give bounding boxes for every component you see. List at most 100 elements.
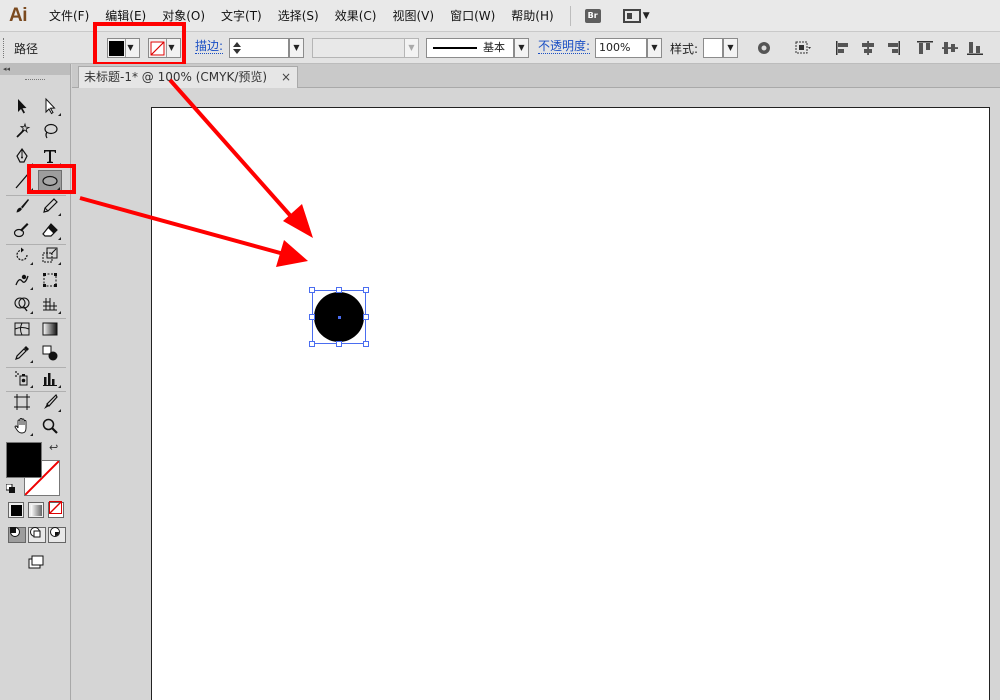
document-tab-title: 未标题-1* @ 100% (CMYK/预览) xyxy=(84,70,268,84)
color-mode-button[interactable] xyxy=(8,502,24,518)
rotate-tool[interactable] xyxy=(10,244,34,266)
resize-handle-se[interactable] xyxy=(363,341,369,347)
align-to-icon[interactable] xyxy=(794,40,812,56)
center-point xyxy=(338,316,341,319)
menu-file[interactable]: 文件(F) xyxy=(41,0,97,32)
brush-dropdown[interactable]: ▼ xyxy=(514,38,529,58)
menu-help[interactable]: 帮助(H) xyxy=(503,0,561,32)
resize-handle-w[interactable] xyxy=(309,314,315,320)
brush-name: 基本 xyxy=(483,41,505,54)
align-vertical-center-icon[interactable] xyxy=(941,40,959,56)
resize-handle-n[interactable] xyxy=(336,287,342,293)
align-right-icon[interactable] xyxy=(884,40,902,56)
artboard-icon xyxy=(14,394,30,410)
canvas-area[interactable] xyxy=(72,88,1000,700)
lasso-tool[interactable] xyxy=(38,120,62,142)
pencil-icon xyxy=(43,198,58,213)
fill-swatch-large-overlay xyxy=(6,442,42,478)
gradient-tool[interactable] xyxy=(38,318,62,340)
resize-handle-ne[interactable] xyxy=(363,287,369,293)
align-left-icon[interactable] xyxy=(834,40,852,56)
selection-type-label: 路径 xyxy=(14,42,39,56)
hand-icon xyxy=(14,418,27,434)
stroke-weight-dropdown[interactable]: ▼ xyxy=(289,38,304,58)
graphic-style-swatch[interactable] xyxy=(703,38,723,58)
resize-handle-nw[interactable] xyxy=(309,287,315,293)
close-icon[interactable]: × xyxy=(281,67,291,87)
brush-definition-field[interactable]: 基本 xyxy=(426,38,514,58)
free-transform-tool[interactable] xyxy=(38,269,62,291)
perspective-grid-tool[interactable] xyxy=(38,293,62,315)
stroke-panel-link[interactable]: 描边: xyxy=(195,40,224,54)
eyedropper-tool[interactable] xyxy=(10,342,34,364)
zoom-tool[interactable] xyxy=(38,415,62,437)
panel-grip[interactable] xyxy=(3,38,6,58)
hand-tool[interactable] xyxy=(10,415,34,437)
opacity-dropdown[interactable]: ▼ xyxy=(647,38,662,58)
magic-wand-tool[interactable] xyxy=(10,120,34,142)
none-color-icon xyxy=(49,501,62,514)
direct-selection-tool[interactable] xyxy=(38,95,62,117)
blend-tool[interactable] xyxy=(38,342,62,364)
gradient-mode-button[interactable] xyxy=(28,502,44,518)
draw-normal-button[interactable] xyxy=(8,527,26,543)
tools-panel: ◂◂ ↩ xyxy=(0,64,71,700)
brush-stroke-preview xyxy=(433,47,477,49)
selection-tool[interactable] xyxy=(10,95,34,117)
slice-tool[interactable] xyxy=(38,391,62,413)
rotate-icon xyxy=(16,247,28,261)
panel-collapse-icon[interactable]: ◂◂ xyxy=(0,64,70,75)
blob-brush-tool[interactable] xyxy=(10,219,34,241)
screen-mode-icon xyxy=(28,555,44,569)
artboard[interactable] xyxy=(151,107,990,700)
mesh-tool[interactable] xyxy=(10,318,34,340)
eraser-tool[interactable] xyxy=(38,219,62,241)
recolor-artwork-icon[interactable] xyxy=(755,40,773,56)
variable-width-field xyxy=(312,38,405,58)
paintbrush-tool[interactable] xyxy=(10,195,34,217)
menu-select[interactable]: 选择(S) xyxy=(270,0,327,32)
document-tab[interactable]: 未标题-1* @ 100% (CMYK/预览) × xyxy=(78,66,298,88)
workspace-switcher[interactable]: ▼ xyxy=(622,8,650,23)
direct-selection-arrow-icon xyxy=(45,97,56,115)
menu-effect[interactable]: 效果(C) xyxy=(327,0,385,32)
symbol-sprayer-icon xyxy=(15,371,28,386)
graphic-style-dropdown[interactable]: ▼ xyxy=(723,38,738,58)
warp-tool[interactable] xyxy=(10,269,34,291)
align-horizontal-center-icon[interactable] xyxy=(859,40,877,56)
shape-builder-tool[interactable] xyxy=(10,293,34,315)
artboard-tool[interactable] xyxy=(10,391,34,413)
eraser-icon xyxy=(42,223,58,237)
column-graph-icon xyxy=(43,373,57,386)
opacity-field[interactable]: 100% xyxy=(595,38,647,58)
menu-window[interactable]: 窗口(W) xyxy=(442,0,503,32)
column-graph-tool[interactable] xyxy=(38,367,62,389)
chevron-down-icon: ▼ xyxy=(642,10,650,21)
menu-separator xyxy=(569,5,571,26)
workspace-icon xyxy=(622,8,641,23)
screen-mode-button[interactable] xyxy=(24,551,48,573)
default-colors-icon[interactable] xyxy=(5,483,16,493)
panel-grip[interactable] xyxy=(25,79,45,80)
scale-tool[interactable] xyxy=(38,244,62,266)
shape-builder-icon xyxy=(14,297,30,312)
bridge-button[interactable]: Br xyxy=(584,8,601,23)
stroke-weight-field[interactable] xyxy=(229,38,289,58)
draw-inside-button[interactable] xyxy=(48,527,66,543)
none-mode-button[interactable] xyxy=(48,501,64,518)
resize-handle-sw[interactable] xyxy=(309,341,315,347)
menu-view[interactable]: 视图(V) xyxy=(384,0,442,32)
document-tab-bar: 未标题-1* @ 100% (CMYK/预览) × xyxy=(72,64,1000,88)
selection-arrow-icon xyxy=(18,99,27,114)
warp-finger-icon xyxy=(15,274,29,286)
menu-type[interactable]: 文字(T) xyxy=(213,0,270,32)
resize-handle-s[interactable] xyxy=(336,341,342,347)
swap-colors-icon[interactable]: ↩ xyxy=(49,441,58,454)
opacity-panel-link[interactable]: 不透明度: xyxy=(538,40,591,54)
align-bottom-icon[interactable] xyxy=(966,40,984,56)
align-top-icon[interactable] xyxy=(916,40,934,56)
draw-behind-button[interactable] xyxy=(28,527,46,543)
resize-handle-e[interactable] xyxy=(363,314,369,320)
symbol-sprayer-tool[interactable] xyxy=(10,367,34,389)
pencil-tool[interactable] xyxy=(38,195,62,217)
